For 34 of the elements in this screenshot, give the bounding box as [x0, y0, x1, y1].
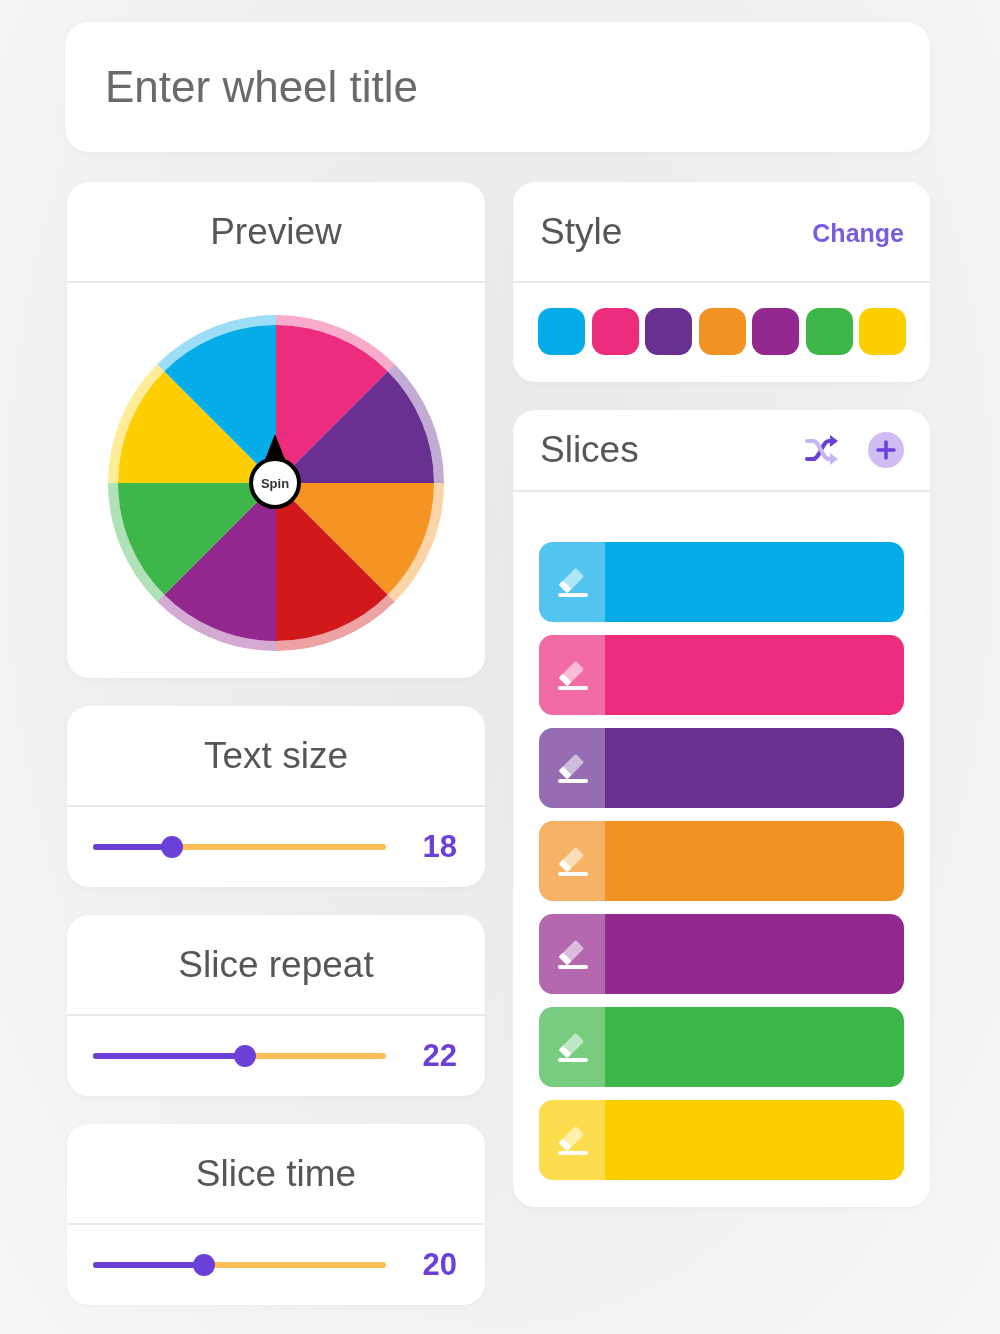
card-title: Text size [204, 734, 348, 777]
slider-thumb[interactable] [193, 1254, 216, 1276]
edit-button[interactable] [539, 914, 605, 994]
card-title: Preview [210, 210, 342, 253]
slider-thumb[interactable] [234, 1045, 257, 1067]
slice-input-field[interactable] [539, 728, 904, 808]
slider-track[interactable] [93, 1045, 386, 1067]
slice-input-field[interactable] [539, 1100, 904, 1180]
shuffle-icon [804, 432, 840, 468]
add-button[interactable] [868, 432, 904, 468]
slider-thumb[interactable] [161, 836, 184, 858]
edit-button[interactable] [539, 635, 605, 715]
card-title: Slice repeat [178, 943, 374, 986]
change-link[interactable]: Change [812, 219, 904, 248]
slider-value: 18 [422, 829, 457, 865]
slice-input-field[interactable] [539, 914, 904, 994]
edit-button[interactable] [539, 542, 605, 622]
card-title: Slices [540, 429, 639, 471]
slice-input-field[interactable] [539, 542, 904, 622]
slice-input-field[interactable] [539, 821, 904, 901]
plus-icon [868, 432, 904, 468]
edit-button[interactable] [539, 821, 605, 901]
slice-input-field[interactable] [539, 635, 904, 715]
slice-input-field[interactable] [539, 1007, 904, 1087]
card-title: Style [540, 210, 623, 253]
slider-value: 22 [422, 1038, 457, 1074]
shuffle-button[interactable] [804, 432, 840, 468]
slider-track[interactable] [93, 1254, 386, 1276]
title-input-field[interactable]: Enter wheel title [65, 22, 930, 152]
slider-track[interactable] [93, 836, 386, 858]
slider-value: 20 [422, 1247, 457, 1283]
edit-button[interactable] [539, 728, 605, 808]
edit-button[interactable] [539, 1007, 605, 1087]
card-title: Slice time [195, 1152, 357, 1195]
